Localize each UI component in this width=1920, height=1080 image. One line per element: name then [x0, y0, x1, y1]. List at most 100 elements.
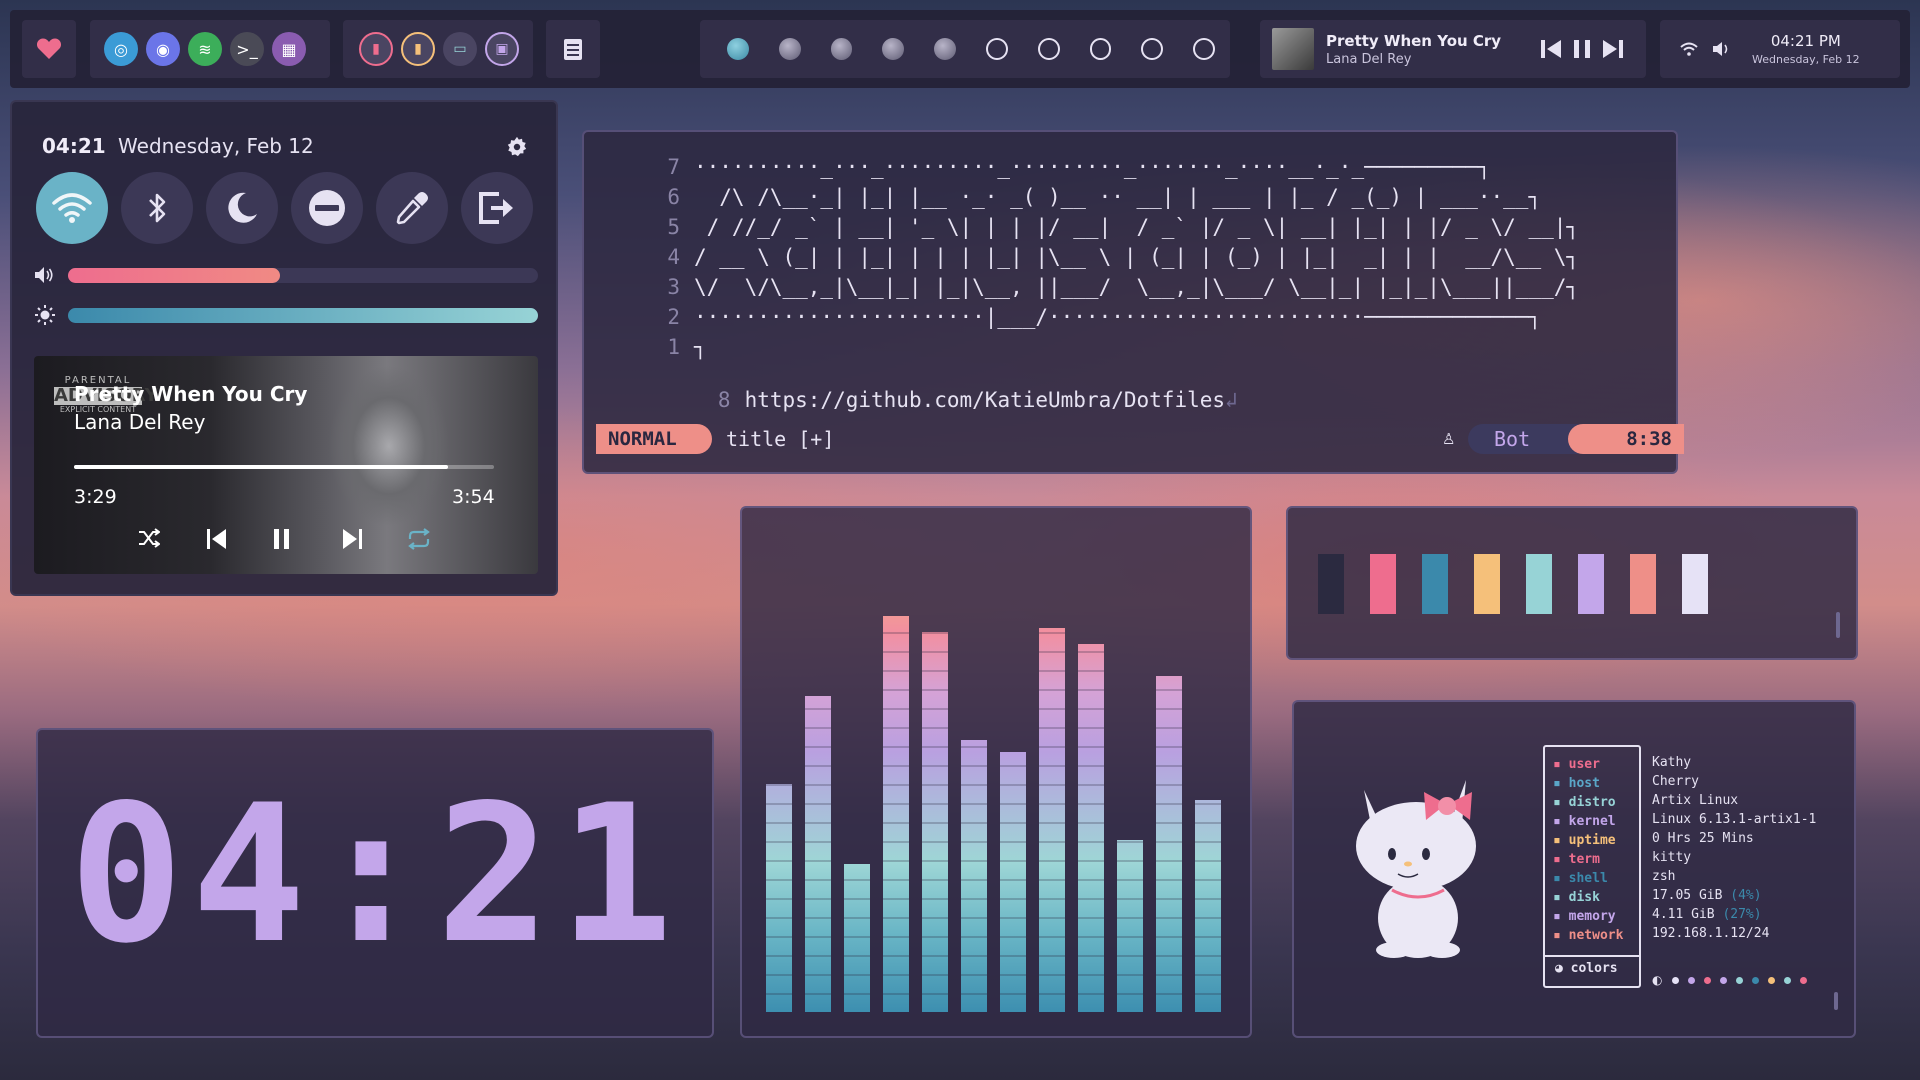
workspace-9[interactable]	[1141, 38, 1164, 60]
vim-mode: NORMAL	[596, 424, 712, 454]
ascii-line: / __ \ (_| | |_| | | | |_| |\__ \ | (_| …	[694, 245, 1580, 269]
palette-swatch[interactable]	[1422, 554, 1448, 614]
browser-icon[interactable]: ◎	[104, 32, 138, 66]
pause-icon[interactable]	[272, 528, 292, 550]
line-number: 5	[667, 215, 680, 239]
workspace-4[interactable]	[882, 38, 905, 60]
editor-line: 5 / //_/ _` | __| '_ \| | | |/ __| / _` …	[644, 212, 1579, 242]
linux-icon: ♙	[1442, 430, 1456, 448]
fetch-value-shell: zsh	[1652, 869, 1676, 884]
color-dot	[1800, 976, 1808, 984]
memory-tray-icon[interactable]: ▣	[485, 32, 519, 66]
shuffle-icon[interactable]	[138, 528, 160, 548]
bluetooth-icon	[149, 193, 166, 223]
spotify-icon[interactable]: ≋	[188, 32, 222, 66]
cpu-icon[interactable]: ▮	[401, 32, 435, 66]
progress-track[interactable]	[74, 465, 494, 469]
workspace-3[interactable]	[830, 38, 853, 60]
do-not-disturb-toggle[interactable]	[291, 172, 363, 244]
volume-icon[interactable]	[1712, 41, 1730, 57]
volume-slider[interactable]	[68, 268, 538, 283]
line-number: 2	[667, 305, 680, 329]
bluetooth-toggle[interactable]	[121, 172, 193, 244]
workspace-1[interactable]	[727, 38, 749, 60]
palette-swatch[interactable]	[1630, 554, 1656, 614]
url-line-number: 8	[717, 388, 731, 412]
color-dot	[1784, 976, 1792, 984]
album-art-thumbnail[interactable]	[1272, 28, 1314, 70]
workspace-5[interactable]	[934, 38, 956, 60]
visualizer-bar	[1039, 628, 1065, 1012]
fetch-widget: ▪ user ▪ host ▪ distro ▪ kernel ▪ uptime ▪ te…	[1292, 700, 1856, 1038]
workspace-7[interactable]	[1037, 38, 1060, 60]
brightness-slider-fill	[68, 308, 538, 323]
wifi-toggle[interactable]	[36, 172, 108, 244]
color-dot	[1720, 976, 1728, 984]
fetch-value-host: Cherry	[1652, 774, 1699, 789]
clipboard-button[interactable]	[546, 20, 600, 78]
control-center-date: Wednesday, Feb 12	[118, 134, 314, 158]
palette-swatch[interactable]	[1682, 554, 1708, 614]
repeat-icon[interactable]	[406, 528, 432, 550]
color-picker-toggle[interactable]	[376, 172, 448, 244]
visualizer-bar	[1078, 644, 1104, 1012]
next-icon[interactable]	[341, 528, 363, 550]
player-title: Pretty When You Cry	[74, 382, 308, 406]
workspace-switcher	[700, 20, 1230, 78]
audio-visualizer	[740, 506, 1252, 1038]
palette-swatch[interactable]	[1474, 554, 1500, 614]
palette-swatch[interactable]	[1370, 554, 1396, 614]
palette-swatch[interactable]	[1318, 554, 1344, 614]
workspace-2[interactable]	[778, 38, 801, 60]
discord-icon[interactable]: ◉	[146, 32, 180, 66]
previous-icon[interactable]	[1540, 38, 1562, 60]
fetch-key-kernel: ▪ kernel	[1553, 814, 1616, 829]
favorites-button[interactable]	[22, 20, 76, 78]
workspace-10[interactable]	[1193, 38, 1215, 60]
brightness-slider[interactable]	[68, 308, 538, 323]
app-grid-icon[interactable]: ▦	[272, 32, 306, 66]
color-dot	[1672, 976, 1680, 984]
fetch-value-user: Kathy	[1652, 755, 1692, 770]
palette-swatch[interactable]	[1526, 554, 1552, 614]
ascii-line: ·······················|___/············…	[694, 305, 1542, 329]
night-light-toggle[interactable]	[206, 172, 278, 244]
editor-line: 7 ··········_···_·········_·········_····…	[644, 152, 1579, 182]
buffer-filename: title [+]	[726, 427, 835, 451]
fetch-keys-box: ▪ user ▪ host ▪ distro ▪ kernel ▪ uptime ▪ te…	[1543, 745, 1641, 988]
host-icon: ▪	[1553, 776, 1569, 791]
logout-toggle[interactable]	[461, 172, 533, 244]
visualizer-bar	[844, 864, 870, 1012]
fetch-key-host: ▪ host	[1553, 776, 1600, 791]
player-artist: Lana Del Rey	[74, 410, 206, 434]
ascii-banner: 7 ··········_···_·········_·········_····…	[644, 152, 1579, 362]
battery-icon[interactable]: ▮	[359, 32, 393, 66]
workspace-6[interactable]	[985, 38, 1008, 60]
terminal-icon[interactable]: >_	[230, 32, 264, 66]
previous-icon[interactable]	[206, 528, 228, 550]
storage-icon[interactable]: ▭	[443, 32, 477, 66]
pause-icon[interactable]	[1572, 38, 1592, 60]
music-player: PARENTAL ADVISORY EXPLICIT CONTENT Prett…	[34, 356, 538, 574]
next-icon[interactable]	[1602, 38, 1624, 60]
wifi-icon[interactable]	[1680, 42, 1698, 56]
workspace-8[interactable]	[1089, 38, 1112, 60]
editor-line: 6 /\ /\__·_| |_| |__ ·_· _( )__ ·· __| |…	[644, 182, 1579, 212]
color-dot	[1768, 976, 1776, 984]
disk-icon: ▪	[1553, 890, 1569, 905]
ascii-line: \/ \/\__,_|\__|_| |_|\__, ||___/ \__,_|\…	[694, 275, 1580, 299]
media-title: Pretty When You Cry	[1326, 31, 1502, 50]
fetch-value-kernel: Linux 6.13.1-artix1-1	[1652, 812, 1817, 827]
ascii-line: ··········_···_·········_·········_·····…	[694, 155, 1491, 179]
big-clock: 04:21	[69, 764, 681, 985]
scrollbar[interactable]	[1836, 612, 1840, 638]
control-center-time: 04:21	[42, 134, 106, 158]
system-tray-group: ▮ ▮ ▭ ▣	[343, 20, 533, 78]
scrollbar[interactable]	[1834, 992, 1838, 1010]
gear-icon[interactable]	[506, 136, 528, 158]
ascii-line: /\ /\__·_| |_| |__ ·_· _( )__ ·· __| | _…	[694, 185, 1542, 209]
palette-swatch[interactable]	[1578, 554, 1604, 614]
heart-icon	[36, 38, 62, 59]
line-number: 1	[667, 335, 680, 359]
editor-line: 4 / __ \ (_| | |_| | | | |_| |\__ \ | (_|…	[644, 242, 1579, 272]
